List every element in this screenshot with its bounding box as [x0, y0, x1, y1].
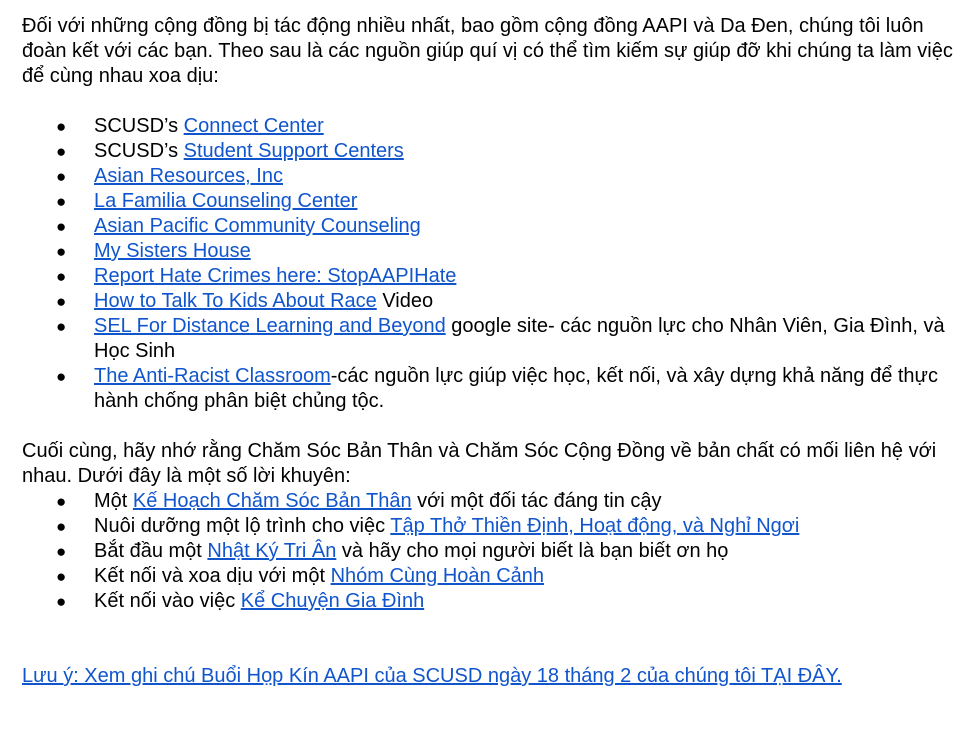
list-item: ● Kết nối vào việc Kể Chuyện Gia Đình — [22, 589, 957, 614]
bullet-icon: ● — [56, 217, 67, 236]
bullet-icon: ● — [56, 242, 67, 261]
link-affinity-group[interactable]: Nhóm Cùng Hoàn Cảnh — [331, 565, 544, 587]
link-student-support-centers[interactable]: Student Support Centers — [184, 140, 404, 162]
list-item: ● Report Hate Crimes here: StopAAPIHate — [22, 264, 957, 289]
list-item: ● How to Talk To Kids About Race Video — [22, 289, 957, 314]
link-asian-pacific-counseling[interactable]: Asian Pacific Community Counseling — [94, 215, 421, 237]
link-anti-racist-classroom[interactable]: The Anti-Racist Classroom — [94, 365, 331, 387]
document-page: Đối với những cộng đồng bị tác động nhiề… — [22, 14, 957, 689]
bullet-icon: ● — [56, 317, 67, 336]
note-paragraph: Lưu ý: Xem ghi chú Buổi Họp Kín AAPI của… — [22, 664, 957, 689]
bullet-icon: ● — [56, 117, 67, 136]
item-prefix: SCUSD’s — [94, 140, 184, 162]
list-item: ● Bắt đầu một Nhật Ký Tri Ân và hãy cho … — [22, 539, 957, 564]
list-item: ● My Sisters House — [22, 239, 957, 264]
intro-paragraph: Đối với những cộng đồng bị tác động nhiề… — [22, 15, 953, 87]
link-stop-aapi-hate[interactable]: Report Hate Crimes here: StopAAPIHate — [94, 265, 456, 287]
item-prefix: Kết nối vào việc — [94, 590, 241, 612]
list-item: ● SEL For Distance Learning and Beyond g… — [22, 314, 957, 364]
bullet-icon: ● — [56, 542, 67, 561]
list-item: ● Kết nối và xoa dịu với một Nhóm Cùng H… — [22, 564, 957, 589]
resources-list: ● SCUSD’s Connect Center ● SCUSD’s Stude… — [22, 114, 957, 414]
link-sel-distance-learning[interactable]: SEL For Distance Learning and Beyond — [94, 315, 446, 337]
bullet-icon: ● — [56, 367, 67, 386]
link-self-care-plan[interactable]: Kế Hoạch Chăm Sóc Bản Thân — [133, 490, 412, 512]
bullet-icon: ● — [56, 567, 67, 586]
bullet-icon: ● — [56, 167, 67, 186]
link-caucus-notes[interactable]: Lưu ý: Xem ghi chú Buổi Họp Kín AAPI của… — [22, 665, 842, 687]
bullet-icon: ● — [56, 142, 67, 161]
item-prefix: Một — [94, 490, 133, 512]
link-connect-center[interactable]: Connect Center — [184, 115, 324, 137]
item-suffix: và hãy cho mọi người biết là bạn biết ơn… — [336, 540, 729, 562]
list-item: ● Asian Resources, Inc — [22, 164, 957, 189]
item-suffix: Video — [376, 290, 434, 312]
item-prefix: Nuôi dưỡng một lộ trình cho việc — [94, 515, 391, 537]
bullet-icon: ● — [56, 192, 67, 211]
link-family-storytelling[interactable]: Kể Chuyện Gia Đình — [241, 590, 424, 612]
item-prefix: SCUSD’s — [94, 115, 184, 137]
link-my-sisters-house[interactable]: My Sisters House — [94, 240, 251, 262]
bullet-icon: ● — [56, 267, 67, 286]
item-prefix: Kết nối và xoa dịu với một — [94, 565, 331, 587]
list-item: ● La Familia Counseling Center — [22, 189, 957, 214]
list-item: ● Nuôi dưỡng một lộ trình cho việc Tập T… — [22, 514, 957, 539]
closing-paragraph: Cuối cùng, hãy nhớ rằng Chăm Sóc Bản Thâ… — [22, 440, 937, 487]
bullet-icon: ● — [56, 592, 67, 611]
bullet-icon: ● — [56, 292, 67, 311]
tips-list: ● Một Kế Hoạch Chăm Sóc Bản Thân với một… — [22, 489, 957, 614]
list-item: ● Asian Pacific Community Counseling — [22, 214, 957, 239]
list-item: ● SCUSD’s Connect Center — [22, 114, 957, 139]
bullet-icon: ● — [56, 517, 67, 536]
link-asian-resources[interactable]: Asian Resources, Inc — [94, 165, 283, 187]
link-gratitude-journal[interactable]: Nhật Ký Tri Ân — [207, 540, 336, 562]
item-suffix: với một đối tác đáng tin cậy — [411, 490, 662, 512]
link-breathing-meditation[interactable]: Tập Thở Thiền Định, Hoạt động, và Nghỉ N… — [390, 515, 799, 537]
link-talk-to-kids-about-race[interactable]: How to Talk To Kids About Race — [94, 290, 377, 312]
list-item: ● The Anti-Racist Classroom-các nguồn lự… — [22, 364, 957, 414]
bullet-icon: ● — [56, 492, 67, 511]
list-item: ● Một Kế Hoạch Chăm Sóc Bản Thân với một… — [22, 489, 957, 514]
link-la-familia[interactable]: La Familia Counseling Center — [94, 190, 357, 212]
list-item: ● SCUSD’s Student Support Centers — [22, 139, 957, 164]
item-prefix: Bắt đầu một — [94, 540, 208, 562]
